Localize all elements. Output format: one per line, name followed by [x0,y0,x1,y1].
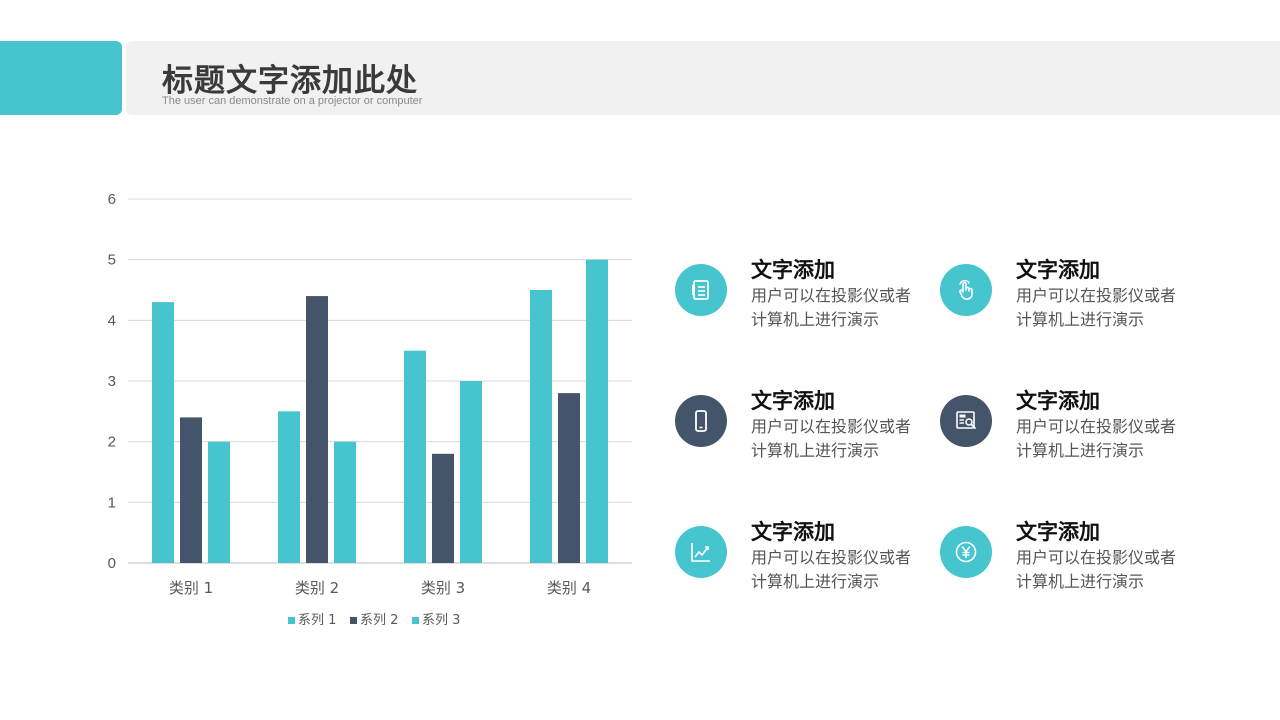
x-tick-label: 类别 2 [295,579,339,597]
bar-chart: 0 1 2 3 4 5 6 类别 1 类别 2 类别 3 类别 4 系列 1 系列 2 系列 3 [108,191,632,628]
document-icon [692,280,709,300]
legend-label: 系列 3 [422,613,460,628]
feature-item-6: 文字添加 用户可以在投影仪或者计算机上进行演示 [940,516,1210,606]
legend-swatch [412,617,419,624]
feature-icon-circle [940,395,992,447]
legend-label: 系列 2 [360,613,398,628]
feature-description: 用户可以在投影仪或者计算机上进行演示 [1016,548,1177,591]
feature-description: 用户可以在投影仪或者计算机上进行演示 [751,286,912,329]
feature-item-5: 文字添加 用户可以在投影仪或者计算机上进行演示 [675,516,945,606]
y-tick-label: 2 [108,434,116,451]
bar [306,296,328,563]
feature-description: 用户可以在投影仪或者计算机上进行演示 [751,548,912,591]
y-tick-label: 0 [108,555,116,572]
y-tick-label: 3 [108,373,116,390]
bar [278,411,300,563]
y-tick-label: 1 [108,494,116,511]
x-tick-label: 类别 3 [421,579,465,597]
y-tick-label: 5 [108,252,116,269]
feature-title: 文字添加 [1016,389,1100,413]
feature-description: 用户可以在投影仪或者计算机上进行演示 [1016,417,1177,460]
bar [404,350,426,563]
touch-icon [959,279,973,300]
feature-title: 文字添加 [1016,520,1100,544]
feature-title: 文字添加 [751,389,835,413]
feature-item-1: 文字添加 用户可以在投影仪或者计算机上进行演示 [675,254,945,344]
yen-icon [955,541,977,563]
bar [586,259,608,563]
phone-icon [695,410,707,432]
feature-description: 用户可以在投影仪或者计算机上进行演示 [751,417,912,460]
feature-icon-circle [675,264,727,316]
x-tick-label: 类别 4 [547,579,591,597]
feature-item-2: 文字添加 用户可以在投影仪或者计算机上进行演示 [940,254,1210,344]
legend-swatch [350,617,357,624]
bar [558,393,580,563]
trend-chart-icon [691,543,710,562]
legend-label: 系列 1 [298,613,336,628]
feature-item-3: 文字添加 用户可以在投影仪或者计算机上进行演示 [675,385,945,475]
bar [432,453,454,563]
feature-description: 用户可以在投影仪或者计算机上进行演示 [1016,286,1177,329]
bar [180,417,202,563]
y-tick-label: 6 [108,191,116,208]
bar [460,381,482,563]
legend-swatch [288,617,295,624]
search-report-icon [956,411,976,429]
bar [530,290,552,563]
bar [334,441,356,563]
feature-title: 文字添加 [751,520,835,544]
feature-title: 文字添加 [751,258,835,282]
feature-item-4: 文字添加 用户可以在投影仪或者计算机上进行演示 [940,385,1210,475]
y-tick-label: 4 [108,312,116,329]
bar [152,302,174,563]
x-tick-label: 类别 1 [169,579,213,597]
feature-icon-circle [940,526,992,578]
feature-icon-circle [940,264,992,316]
bar [208,441,230,563]
feature-icon-circle [675,526,727,578]
feature-title: 文字添加 [1016,258,1100,282]
feature-icon-circle [675,395,727,447]
